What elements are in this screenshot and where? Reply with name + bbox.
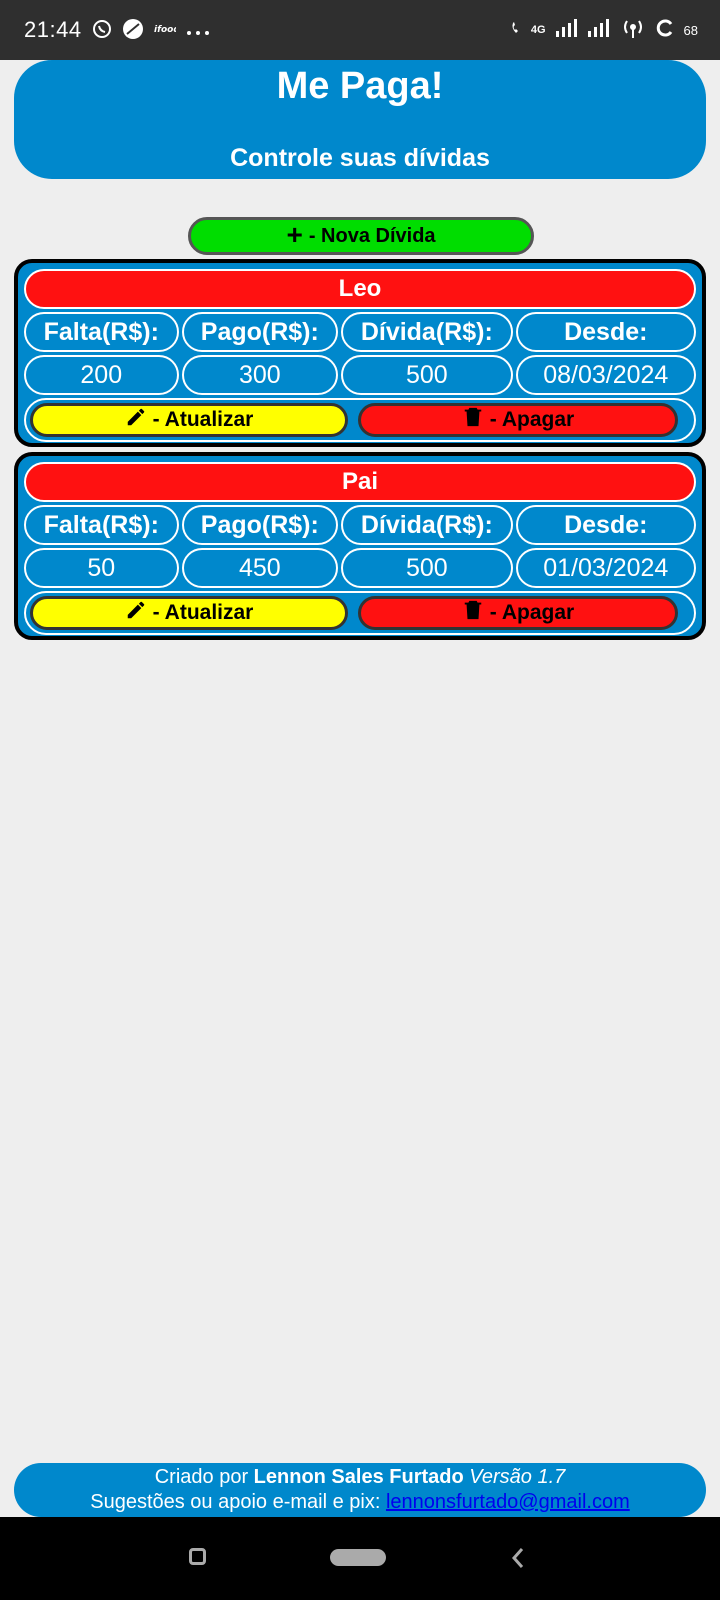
recent-apps-icon[interactable]	[189, 1548, 206, 1565]
paid-header: Pago(R$):	[181, 312, 339, 352]
back-icon[interactable]	[510, 1546, 526, 1574]
system-nav-bar	[0, 1517, 720, 1600]
header-row: Falta(R$): Pago(R$): Dívida(R$): Desde:	[24, 312, 696, 352]
footer-email-link[interactable]: lennonsfurtado@gmail.com	[386, 1491, 630, 1513]
delete-button[interactable]: - Apagar	[358, 596, 678, 630]
status-time: 21:44	[24, 17, 82, 42]
values-row: 50 450 500 01/03/2024	[24, 548, 696, 588]
delete-label: - Apagar	[489, 408, 575, 431]
more-icon	[186, 21, 210, 39]
header-row: Falta(R$): Pago(R$): Dívida(R$): Desde:	[24, 505, 696, 545]
since-value: 08/03/2024	[515, 355, 696, 395]
debt-header: Dívida(R$):	[341, 312, 513, 352]
status-right: 4G 68	[511, 17, 698, 44]
trash-icon	[462, 599, 484, 627]
hotspot-icon	[620, 17, 646, 44]
values-row: 200 300 500 08/03/2024	[24, 355, 696, 395]
whatsapp-icon	[92, 19, 112, 42]
app-title: Me Paga!	[276, 65, 444, 107]
debt-value: 500	[341, 355, 513, 395]
new-debt-label: - Nova Dívida	[308, 224, 436, 247]
remaining-header: Falta(R$):	[24, 312, 179, 352]
footer-version: Versão 1.7	[469, 1466, 566, 1488]
paid-header: Pago(R$):	[181, 505, 339, 545]
remaining-header: Falta(R$):	[24, 505, 179, 545]
paid-value: 450	[181, 548, 339, 588]
since-header: Desde:	[515, 505, 696, 545]
phone-icon	[511, 21, 521, 40]
battery-icon	[656, 19, 674, 42]
signal-icon	[587, 18, 610, 42]
debt-header: Dívida(R$):	[341, 505, 513, 545]
footer-credits: Criado por Lennon Sales Furtado Versão 1…	[14, 1465, 706, 1490]
debt-card: Leo Falta(R$): Pago(R$): Dívida(R$): Des…	[14, 259, 706, 447]
browser-icon	[122, 18, 144, 43]
update-button[interactable]: - Atualizar	[30, 596, 348, 630]
battery-level: 68	[683, 22, 698, 38]
status-left: 21:44 ifood	[24, 17, 210, 43]
app-subtitle: Controle suas dívidas	[230, 144, 490, 172]
debtor-name: Pai	[24, 462, 696, 502]
actions-row: - Atualizar - Apagar	[24, 398, 696, 442]
delete-button[interactable]: - Apagar	[358, 403, 678, 437]
remaining-value: 50	[24, 548, 179, 588]
update-button[interactable]: - Atualizar	[30, 403, 348, 437]
actions-row: - Atualizar - Apagar	[24, 591, 696, 635]
pencil-icon	[125, 599, 147, 627]
paid-value: 300	[181, 355, 339, 395]
delete-label: - Apagar	[489, 601, 575, 624]
debt-value: 500	[341, 548, 513, 588]
home-icon[interactable]	[330, 1549, 386, 1566]
ifood-icon: ifood	[154, 23, 180, 38]
since-value: 01/03/2024	[515, 548, 696, 588]
pencil-icon	[125, 406, 147, 434]
debtor-name: Leo	[24, 269, 696, 309]
update-label: - Atualizar	[152, 601, 254, 624]
app-header: Me Paga! Controle suas dívidas	[14, 60, 706, 179]
update-label: - Atualizar	[152, 408, 254, 431]
footer-author: Lennon Sales Furtado	[253, 1466, 464, 1488]
footer-support: Sugestões ou apoio e-mail e pix: lennons…	[14, 1490, 706, 1515]
status-bar: 21:44 ifood 4G 68	[0, 0, 720, 60]
remaining-value: 200	[24, 355, 179, 395]
debt-card: Pai Falta(R$): Pago(R$): Dívida(R$): Des…	[14, 452, 706, 640]
new-debt-button[interactable]: + - Nova Dívida	[188, 217, 534, 255]
footer: Criado por Lennon Sales Furtado Versão 1…	[14, 1463, 706, 1517]
trash-icon	[462, 406, 484, 434]
since-header: Desde:	[515, 312, 696, 352]
plus-icon: +	[286, 218, 303, 250]
footer-created-by: Criado por	[154, 1466, 249, 1488]
signal-icon	[555, 18, 578, 42]
svg-text:ifood: ifood	[154, 25, 176, 35]
footer-support-text: Sugestões ou apoio e-mail e pix:	[90, 1491, 381, 1513]
network-type: 4G	[530, 24, 546, 36]
